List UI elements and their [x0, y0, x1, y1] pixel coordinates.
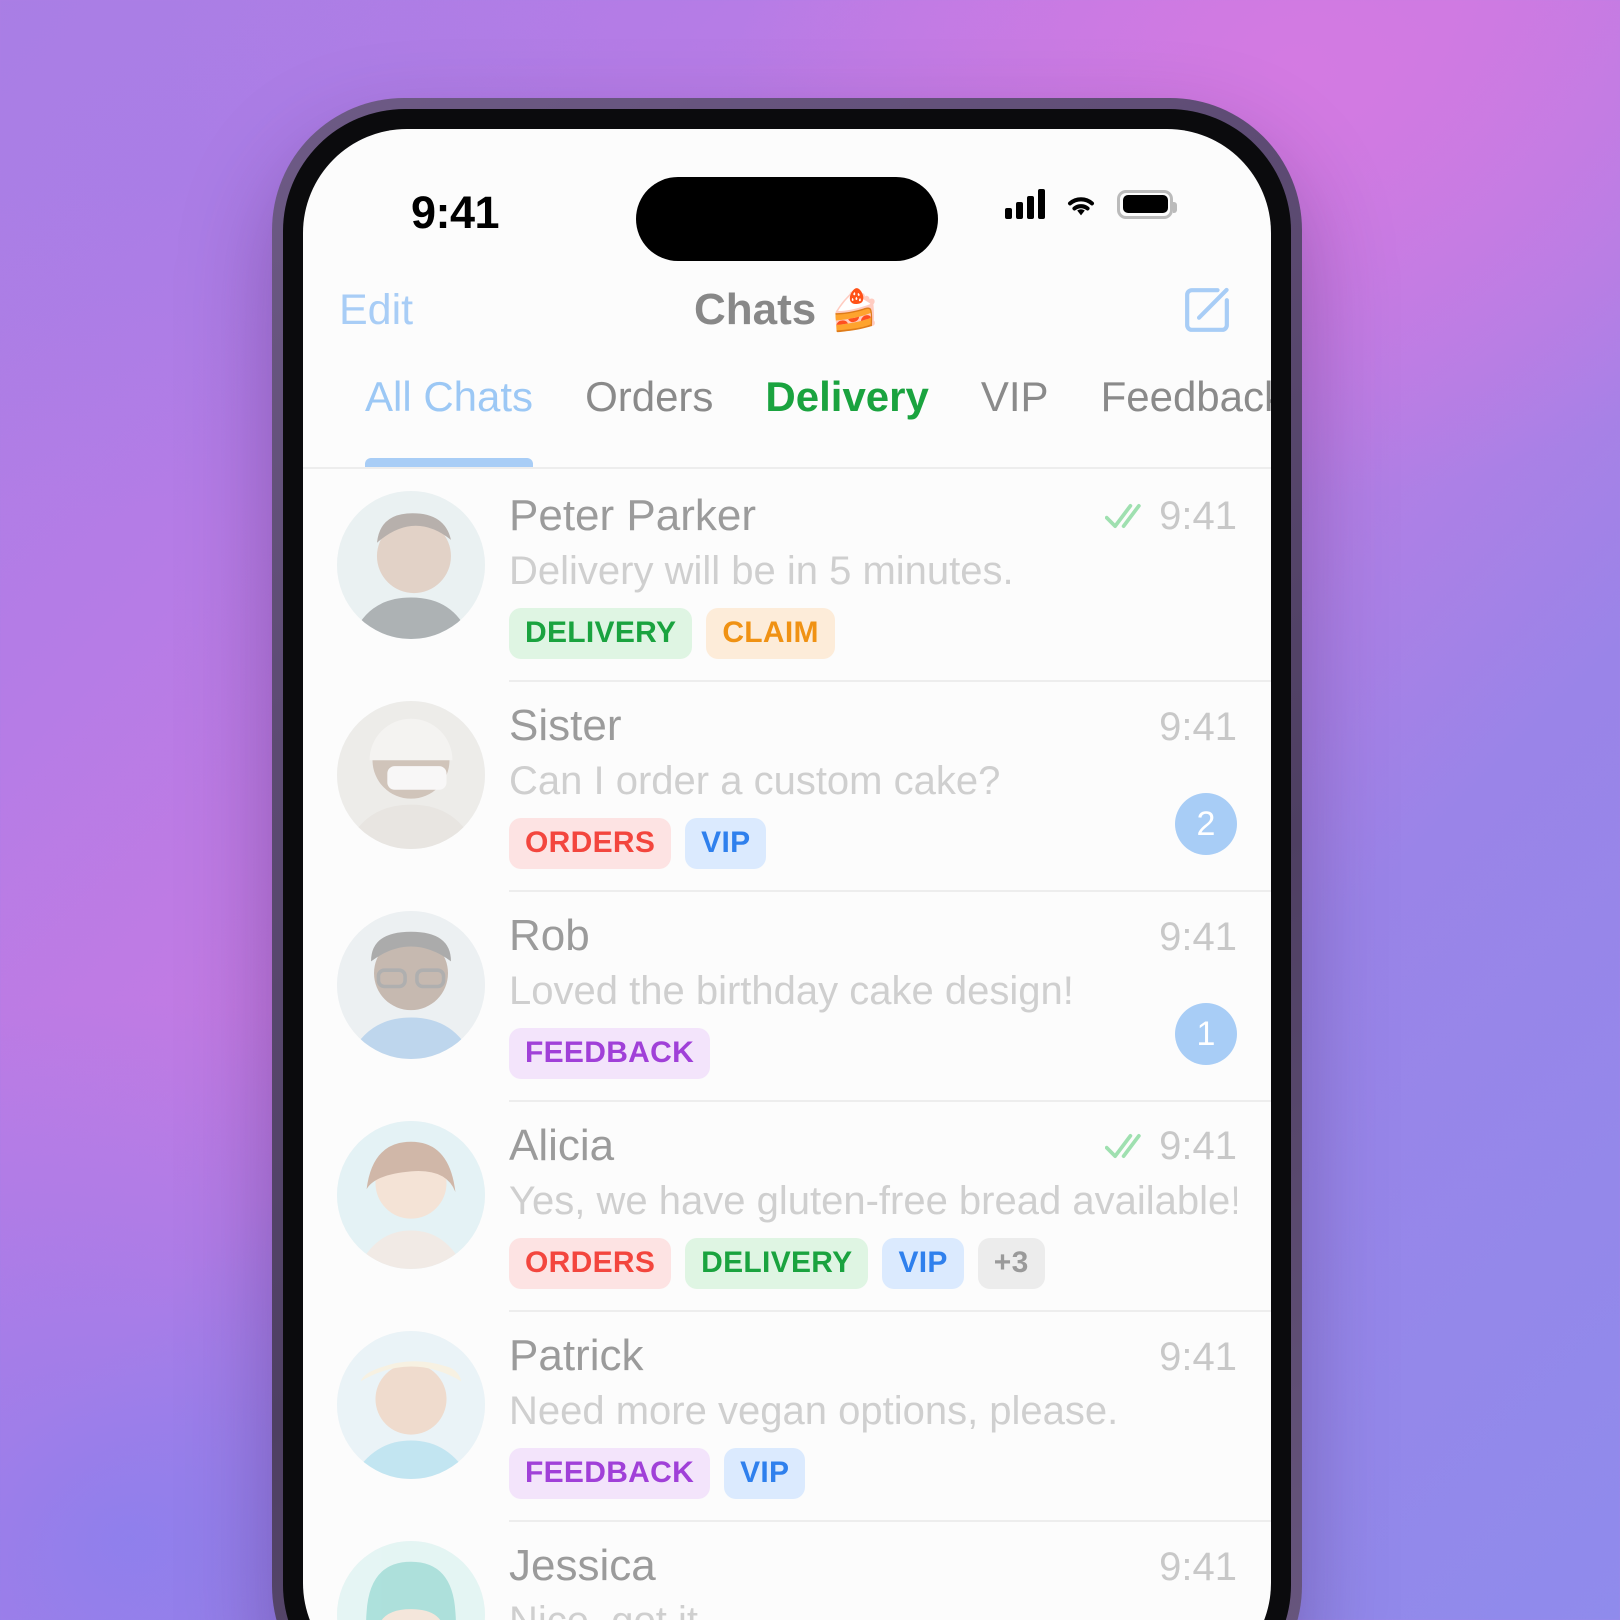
chat-tag[interactable]: VIP [724, 1448, 806, 1499]
chat-row-body: Patrick 9:41 Need more vegan options, plea… [509, 1310, 1271, 1499]
chat-row-header: Peter Parker 9:41 [509, 491, 1237, 541]
chat-tag[interactable]: CLAIM [706, 608, 835, 659]
cellular-signal-icon [1005, 189, 1045, 219]
tab-delivery[interactable]: Delivery [739, 365, 954, 467]
read-receipt-icon [1105, 1133, 1141, 1159]
avatar[interactable] [337, 701, 485, 849]
chat-tag[interactable]: VIP [685, 818, 767, 869]
avatar[interactable] [337, 1541, 485, 1620]
avatar[interactable] [337, 1121, 485, 1269]
chat-tag[interactable]: +3 [977, 1238, 1045, 1289]
cake-emoji-icon: 🍰 [830, 288, 881, 333]
chat-name: Alicia [509, 1121, 615, 1170]
chat-tag-row: ORDERS VIP [509, 818, 1237, 869]
unread-badge: 1 [1175, 1003, 1237, 1065]
chat-name: Peter Parker [509, 491, 756, 540]
chat-row-header: Patrick 9:41 [509, 1331, 1237, 1381]
chat-preview-message: Need more vegan options, please. [509, 1389, 1119, 1433]
avatar[interactable] [337, 491, 485, 639]
chat-row-header: Rob 9:41 [509, 911, 1237, 961]
chat-preview-message: Yes, we have gluten-free bread available… [509, 1179, 1237, 1223]
tab-bar[interactable]: All Chats Orders Delivery VIP Feedback E [303, 365, 1271, 469]
chat-tag[interactable]: DELIVERY [509, 608, 693, 659]
chat-row[interactable]: Sister 9:41 Can I order a custom cake? ORDE… [303, 679, 1271, 889]
battery-icon [1117, 189, 1177, 219]
phone-screen: 9:41 Edit Chats 🍰 All Chats Orders Deliv… [303, 129, 1271, 1620]
chat-preview-message: Loved the birthday cake design! [509, 969, 1074, 1013]
chat-name: Patrick [509, 1331, 644, 1380]
avatar[interactable] [337, 1331, 485, 1479]
chat-list[interactable]: Peter Parker 9:41 Delivery will be in 5 mi… [303, 469, 1271, 1620]
chat-meta: 9:41 [1159, 705, 1237, 750]
chat-tag-row: FEEDBACK VIP [509, 1448, 1237, 1499]
dynamic-island [636, 177, 938, 261]
chat-timestamp: 9:41 [1159, 1335, 1237, 1379]
chat-row-body: Sister 9:41 Can I order a custom cake? ORDE… [509, 680, 1271, 869]
tab-feedback-label: Feedback [1100, 373, 1271, 420]
chat-row[interactable]: Peter Parker 9:41 Delivery will be in 5 mi… [303, 469, 1271, 679]
chat-tag-row: ORDERS DELIVERY VIP +3 [509, 1238, 1237, 1289]
chat-timestamp: 9:41 [1159, 1123, 1237, 1168]
chat-row-header: Jessica 9:41 [509, 1541, 1237, 1591]
tab-vip[interactable]: VIP [955, 365, 1075, 467]
chat-row[interactable]: Patrick 9:41 Need more vegan options, plea… [303, 1309, 1271, 1519]
chat-row-header: Alicia 9:41 [509, 1121, 1237, 1171]
chat-tag[interactable]: FEEDBACK [509, 1448, 711, 1499]
chat-name: Jessica [509, 1541, 656, 1590]
chat-row[interactable]: Alicia 9:41 Yes, we have gluten-free bread… [303, 1099, 1271, 1309]
chat-row-body: Rob 9:41 Loved the birthday cake design! FE… [509, 890, 1271, 1079]
chat-row-body: Peter Parker 9:41 Delivery will be in 5 mi… [509, 491, 1237, 659]
page-title: Chats 🍰 [694, 285, 880, 335]
phone-frame: 9:41 Edit Chats 🍰 All Chats Orders Deliv… [272, 98, 1302, 1620]
chat-timestamp: 9:41 [1159, 915, 1237, 959]
chat-preview-message: Delivery will be in 5 minutes. [509, 549, 1014, 593]
tab-active-indicator [365, 458, 534, 467]
chat-row[interactable]: Jessica 9:41 Nice, got it. [303, 1519, 1271, 1620]
tab-all-chats-label: All Chats [365, 373, 534, 420]
tab-orders-label: Orders [585, 373, 714, 420]
status-bar: 9:41 [303, 129, 1271, 261]
chat-row[interactable]: Rob 9:41 Loved the birthday cake design! FE… [303, 889, 1271, 1099]
chat-timestamp: 9:41 [1159, 1545, 1237, 1589]
chat-tag-row: DELIVERY CLAIM [509, 608, 1237, 659]
compose-icon[interactable] [1179, 282, 1235, 338]
chat-meta: 9:41 [1159, 915, 1237, 960]
avatar[interactable] [337, 911, 485, 1059]
status-time: 9:41 [411, 187, 500, 238]
chat-meta: 9:41 [1159, 1545, 1237, 1590]
chat-name: Sister [509, 701, 622, 750]
tab-orders[interactable]: Orders [559, 365, 739, 467]
wifi-icon [1068, 197, 1094, 216]
chat-tag[interactable]: ORDERS [509, 1238, 672, 1289]
chat-name: Rob [509, 911, 590, 960]
chat-tag[interactable]: DELIVERY [685, 1238, 869, 1289]
edit-button[interactable]: Edit [339, 286, 413, 335]
chat-meta: 9:41 [1105, 494, 1237, 539]
navigation-bar: Edit Chats 🍰 [303, 255, 1271, 365]
chat-row-body: Alicia 9:41 Yes, we have gluten-free bread… [509, 1100, 1271, 1289]
tab-vip-label: VIP [980, 373, 1049, 420]
unread-badge: 2 [1175, 793, 1237, 855]
chat-preview-message: Nice, got it. [509, 1599, 1237, 1620]
chat-timestamp: 9:41 [1159, 493, 1237, 538]
tab-feedback[interactable]: Feedback [1075, 365, 1271, 467]
chat-meta: 9:41 [1105, 1124, 1237, 1169]
status-indicators [1005, 189, 1177, 219]
chat-preview-message: Can I order a custom cake? [509, 759, 1001, 803]
tab-delivery-label: Delivery [765, 373, 929, 420]
phone-bezel: 9:41 Edit Chats 🍰 All Chats Orders Deliv… [283, 109, 1291, 1620]
chat-timestamp: 9:41 [1159, 705, 1237, 749]
chat-tag[interactable]: FEEDBACK [509, 1028, 711, 1079]
chat-tag[interactable]: VIP [882, 1238, 964, 1289]
page-title-text: Chats [693, 285, 817, 334]
chat-meta: 9:41 [1159, 1335, 1237, 1380]
chat-row-header: Sister 9:41 [509, 701, 1237, 751]
read-receipt-icon [1105, 503, 1141, 529]
chat-tag-row: FEEDBACK [509, 1028, 1237, 1079]
tab-all-chats[interactable]: All Chats [339, 365, 559, 467]
chat-row-body: Jessica 9:41 Nice, got it. [509, 1520, 1271, 1620]
chat-tag[interactable]: ORDERS [509, 818, 672, 869]
